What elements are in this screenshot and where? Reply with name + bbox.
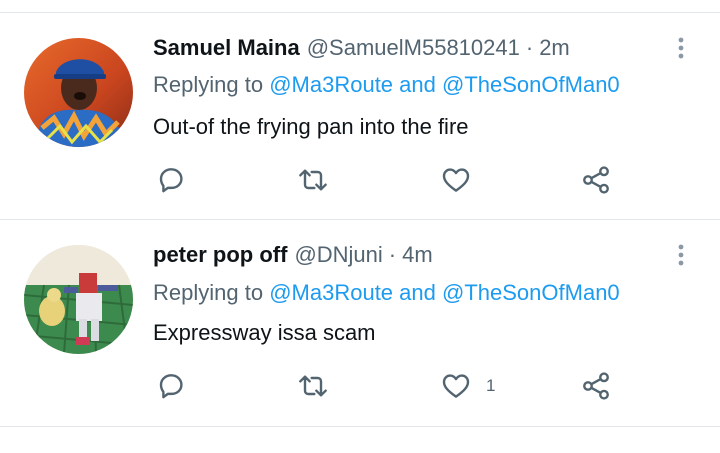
avatar-image — [24, 245, 133, 354]
mention-link[interactable]: @TheSonOfMan0 — [442, 72, 620, 97]
tweet-text: Out-of the frying pan into the fire — [153, 114, 469, 139]
mention-link[interactable]: @Ma3Route — [269, 72, 393, 97]
tweet-item[interactable]: Samuel Maina @SamuelM55810241 · 2m Reply… — [0, 0, 720, 220]
reply-icon — [159, 374, 183, 399]
like-button[interactable] — [440, 160, 486, 200]
retweet-icon — [299, 169, 327, 191]
reply-button[interactable] — [155, 160, 187, 200]
tweet-divider — [0, 426, 720, 427]
mention-link[interactable]: @Ma3Route — [269, 280, 393, 305]
share-icon — [583, 166, 609, 194]
separator-dot: · — [388, 242, 397, 267]
more-icon — [678, 37, 684, 59]
retweet-button[interactable] — [297, 366, 329, 406]
avatar-image — [24, 38, 133, 147]
retweet-icon — [299, 375, 327, 397]
like-icon — [442, 168, 470, 192]
share-button[interactable] — [580, 160, 612, 200]
more-options-button[interactable] — [670, 241, 692, 269]
reply-icon — [159, 168, 183, 193]
retweet-button[interactable] — [297, 160, 329, 200]
tweet-text: Expressway issa scam — [153, 320, 376, 345]
like-button[interactable]: 1 — [440, 366, 495, 406]
display-name[interactable]: Samuel Maina — [153, 34, 300, 62]
tweet-actions — [0, 160, 720, 200]
reply-button[interactable] — [155, 366, 187, 406]
tweet-header: Samuel Maina @SamuelM55810241 · 2m — [153, 34, 570, 62]
like-count: 1 — [486, 376, 496, 395]
avatar[interactable] — [24, 38, 133, 147]
user-handle[interactable]: @DNjuni — [294, 241, 382, 269]
mention-conjunction[interactable]: and — [399, 72, 436, 97]
replying-prefix: Replying to — [153, 280, 264, 305]
more-options-button[interactable] — [670, 34, 692, 62]
replying-prefix: Replying to — [153, 72, 264, 97]
share-button[interactable] — [580, 366, 612, 406]
replying-to: Replying to @Ma3Route and @TheSonOfMan0 — [153, 71, 620, 99]
more-icon — [678, 244, 684, 266]
timestamp[interactable]: 4m — [402, 241, 433, 269]
tweet-item[interactable]: peter pop off @DNjuni · 4m Replying to @… — [0, 220, 720, 427]
tweet-actions: 1 — [0, 366, 720, 406]
avatar[interactable] — [24, 245, 133, 354]
share-icon — [583, 372, 609, 400]
like-icon — [442, 374, 470, 398]
timestamp[interactable]: 2m — [539, 34, 570, 62]
separator-dot: · — [525, 35, 534, 60]
mention-conjunction[interactable]: and — [399, 280, 436, 305]
replying-to: Replying to @Ma3Route and @TheSonOfMan0 — [153, 279, 620, 307]
user-handle[interactable]: @SamuelM55810241 — [307, 34, 520, 62]
mention-link[interactable]: @TheSonOfMan0 — [442, 280, 620, 305]
tweet-header: peter pop off @DNjuni · 4m — [153, 241, 433, 269]
display-name[interactable]: peter pop off — [153, 241, 287, 269]
